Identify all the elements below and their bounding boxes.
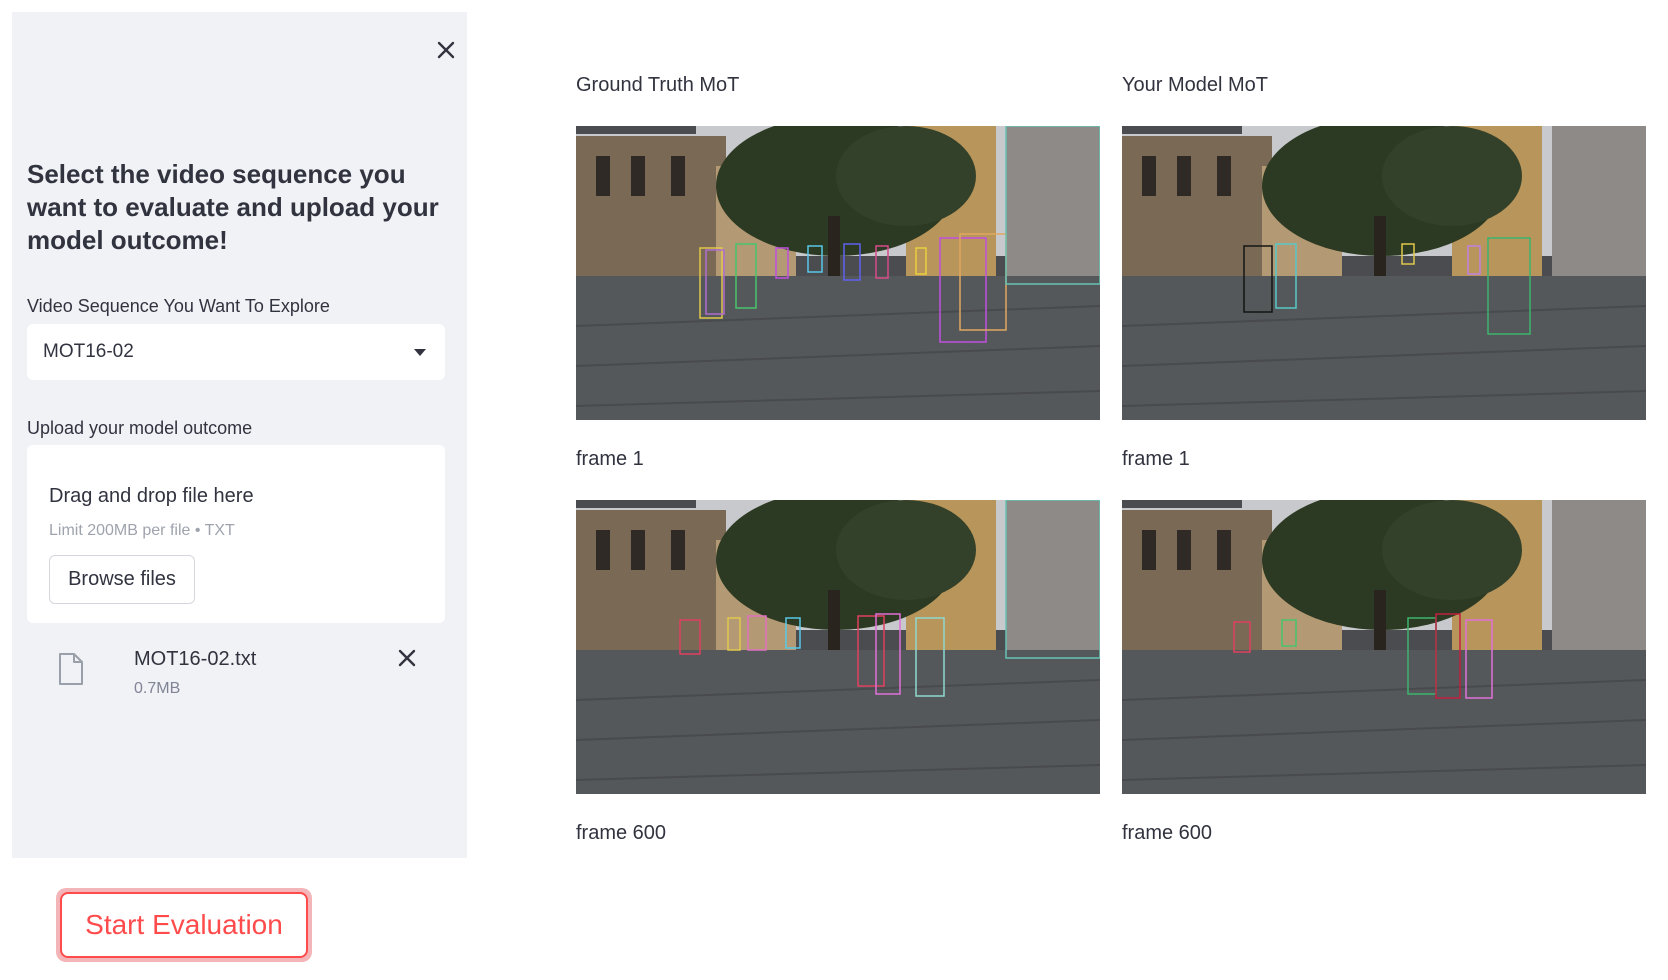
- start-evaluation-button[interactable]: Start Evaluation: [60, 892, 308, 958]
- uploaded-file: MOT16-02.txt 0.7MB: [27, 642, 445, 702]
- model-frame-1-image: [1122, 126, 1646, 420]
- sidebar-close-button[interactable]: [430, 34, 462, 66]
- dropzone-limit: Limit 200MB per file • TXT: [49, 522, 235, 539]
- upload-label: Upload your model outcome: [27, 418, 253, 438]
- sidebar-heading: Select the video sequence you want to ev…: [27, 159, 439, 255]
- ground-truth-title: Ground Truth MoT: [576, 74, 740, 96]
- sidebar: Select the video sequence you want to ev…: [12, 12, 467, 858]
- ground-truth-frame-1-caption: frame 1: [576, 448, 644, 470]
- ground-truth-frame-1-image: [576, 126, 1100, 420]
- uploaded-file-size: 0.7MB: [134, 680, 181, 697]
- close-icon: [437, 41, 455, 59]
- ground-truth-frame-600-image: [576, 500, 1100, 794]
- browse-files-button[interactable]: Browse files: [49, 555, 195, 604]
- sequence-select-label: Video Sequence You Want To Explore: [27, 296, 330, 316]
- remove-file-icon[interactable]: [397, 648, 417, 668]
- uploaded-file-name: MOT16-02.txt: [134, 648, 257, 670]
- chevron-down-icon: [414, 349, 426, 356]
- dropzone-title: Drag and drop file here: [49, 485, 254, 507]
- model-frame-600-image: [1122, 500, 1646, 794]
- model-frame-1-caption: frame 1: [1122, 448, 1190, 470]
- file-dropzone[interactable]: Drag and drop file here Limit 200MB per …: [27, 445, 445, 623]
- model-title: Your Model MoT: [1122, 74, 1268, 96]
- sequence-select[interactable]: MOT16-02: [27, 324, 445, 380]
- start-evaluation-focus-ring: Start Evaluation: [56, 888, 312, 962]
- ground-truth-frame-600-caption: frame 600: [576, 822, 667, 844]
- model-frame-600-caption: frame 600: [1122, 822, 1213, 844]
- sequence-select-value: MOT16-02: [43, 341, 134, 362]
- file-icon: [59, 653, 83, 685]
